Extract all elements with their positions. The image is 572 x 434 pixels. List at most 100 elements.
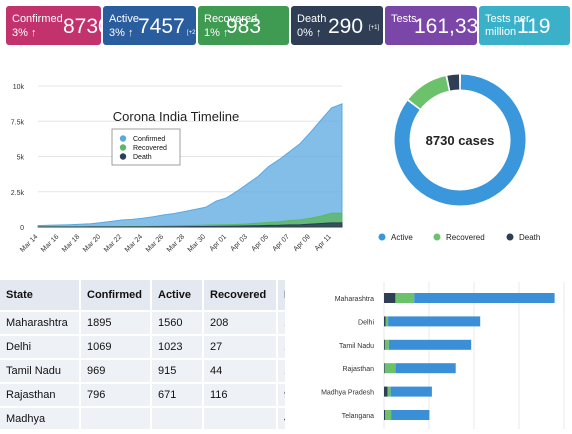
stat-card-value: 8730 [63, 15, 101, 38]
bar-category-label: Tamil Nadu [339, 343, 374, 350]
stat-card-value: 161,33 [414, 15, 477, 38]
x-tick-label: Mar 30 [187, 233, 207, 253]
table-cell: Rajasthan [0, 383, 81, 408]
x-tick-label: Mar 24 [124, 233, 144, 253]
bar-category-label: Maharashtra [335, 296, 374, 303]
x-tick-label: Mar 14 [19, 233, 39, 253]
bar-segment-recovered [387, 386, 391, 397]
stat-card-label: Active 3% ↑ [109, 13, 139, 39]
table-cell: 796 [80, 383, 152, 408]
stat-card-label: Tests [391, 13, 417, 25]
stat-card-delta: 1% ↑ [204, 27, 229, 39]
donut-legend-marker-recovered [433, 233, 441, 241]
column-header: Recovered [203, 280, 278, 312]
table-cell: 10 [277, 359, 285, 384]
timeline-svg: 02.5k5k7.5k10kMar 14 Mar 16 Mar 18 Mar 20 Ma… [11, 84, 343, 254]
table-cell: Delhi [0, 335, 81, 360]
donut-legend-label: Active [391, 233, 413, 242]
bar-category-label: Telangana [342, 413, 374, 420]
donut-legend-label: Death [519, 233, 540, 242]
donut-slice-recovered [408, 76, 450, 109]
bar-segment-recovered [385, 410, 392, 420]
bar-segment-death [384, 339, 385, 350]
table-cell: Tamil Nadu [0, 359, 81, 384]
x-tick-label: Apr 01 [209, 233, 229, 253]
bar-segment-recovered [384, 339, 389, 350]
table-cell [151, 407, 204, 429]
stat-card-extra: [+2 [187, 30, 196, 36]
stat-card-delta: 3% ↑ [109, 27, 134, 39]
table-row: Madhya 4 [0, 407, 285, 429]
table-body: Maharashtra1895156020812Delhi10691023271… [0, 311, 285, 429]
x-tick-label: Apr 11 [314, 233, 333, 252]
bar-segment-active [390, 386, 432, 397]
bar-segment-active [414, 293, 555, 303]
stat-card-delta: 3% ↑ [12, 27, 37, 39]
donut-legend-marker-death [506, 233, 514, 241]
table-cell: 9 [277, 383, 285, 408]
x-tick-label: Mar 28 [166, 233, 186, 253]
stat-card-label: Death 0% ↑ [297, 13, 327, 39]
bar-segment-recovered [385, 316, 389, 327]
column-header: De [277, 280, 285, 312]
table-cell: 4 [277, 407, 285, 429]
stat-card-value: 119 [517, 15, 551, 38]
bar-segment-death [384, 410, 385, 420]
table-cell: 44 [203, 359, 278, 384]
donut-center-text: 8730 cases [426, 133, 495, 148]
legend-label: Recovered [133, 145, 167, 152]
stat-card-death: Death 0% ↑ 290 [+1] [291, 6, 383, 45]
legend-marker-confirmed [119, 135, 127, 142]
y-tick-label: 0 [20, 225, 24, 232]
x-tick-label: Mar 18 [61, 233, 81, 253]
column-header: State [0, 280, 81, 312]
table-cell: 1069 [80, 335, 152, 360]
stat-card-value: 290 [328, 15, 364, 38]
x-tick-label: Mar 16 [40, 233, 60, 253]
bar-segment-death [384, 386, 388, 397]
legend-label: Death [133, 154, 152, 161]
y-tick-label: 2.5k [11, 190, 25, 197]
x-tick-label: Mar 22 [103, 233, 123, 253]
donut-legend-label: Recovered [446, 233, 485, 242]
bar-segment-death [384, 293, 396, 303]
table-header-row: StateConfirmedActiveRecoveredDe [0, 280, 285, 312]
stat-card-tests: Tests 161,33 [385, 6, 477, 45]
donut-legend-marker-active [378, 233, 386, 241]
stat-card-active: Active 3% ↑ 7457 [+2 [103, 6, 196, 45]
x-tick-label: Apr 05 [251, 233, 271, 253]
timeline-title: Corona India Timeline [113, 109, 239, 124]
bar-segment-active [388, 339, 472, 350]
state-bar-chart: Maharashtra Delhi Tamil Nadu Rajasthan Madhy… [300, 282, 572, 429]
table-cell [203, 407, 278, 429]
table-cell: 19 [277, 335, 285, 360]
table-row: Delhi106910232719 [0, 335, 285, 360]
donut-legend: Active Recovered Death [378, 233, 540, 242]
stat-card-tests-per-million: Tests per million 119 [479, 6, 570, 45]
column-header: Active [151, 280, 204, 312]
y-tick-label: 10k [13, 84, 25, 91]
stat-cards: Confirmed3% ↑8730Active3% ↑7457[+2Recove… [0, 0, 572, 50]
timeline-chart: 0 2.5k 5k 7.5k 10k Mar 14 Mar 16 Mar 18 Mar 20 Ma… [0, 72, 356, 262]
stat-card-recovered: Recovered 1% ↑ 983 [198, 6, 289, 45]
table-row: Tamil Nadu9699154410 [0, 359, 285, 384]
bar-segment-active [391, 410, 430, 420]
x-tick-label: Mar 26 [145, 233, 165, 253]
bar-category-label: Rajasthan [342, 366, 374, 373]
bar-segment-recovered [395, 293, 415, 303]
donut-slice-death [447, 74, 460, 91]
table-cell: 208 [203, 311, 278, 336]
stat-card-delta: 0% ↑ [297, 27, 322, 39]
state-table-grid: StateConfirmedActiveRecoveredDe Maharash… [0, 280, 285, 429]
legend-marker-death [119, 153, 127, 160]
x-tick-label: Apr 03 [230, 233, 250, 253]
table-cell: 969 [80, 359, 152, 384]
legend-label: Confirmed [133, 136, 165, 143]
bar-category-label: Madhya Pradesh [321, 390, 374, 397]
table-cell: 671 [151, 383, 204, 408]
table-cell [80, 407, 152, 429]
bar-category-label: Delhi [358, 319, 374, 326]
table-cell: Madhya [0, 407, 81, 429]
table-row: Rajasthan7966711169 [0, 383, 285, 408]
x-tick-label: Mar 20 [82, 233, 102, 253]
